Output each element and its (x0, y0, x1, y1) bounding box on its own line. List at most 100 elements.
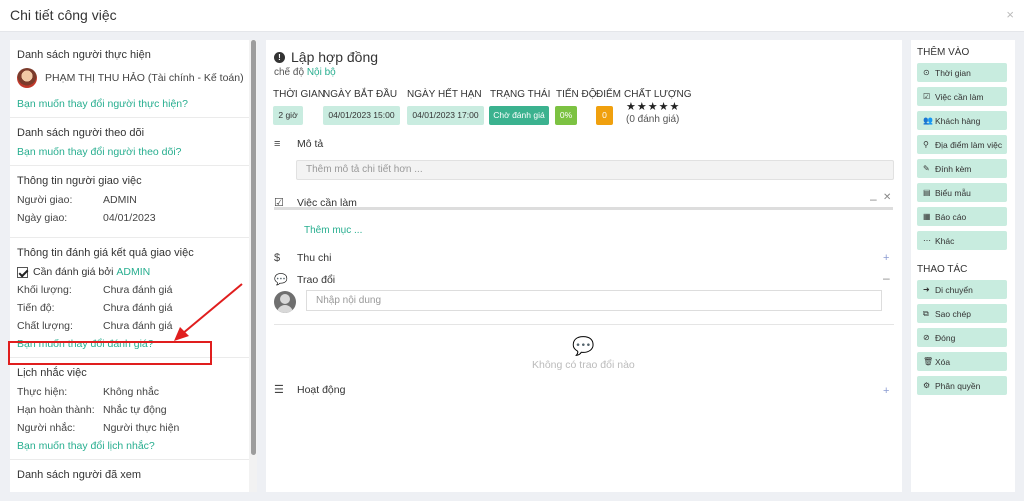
reminder-title: Lịch nhắc việc (17, 367, 87, 379)
align-left-icon: ≡ (274, 138, 281, 150)
copy-icon: ⧉ (923, 308, 929, 318)
button-label: Việc cần làm (935, 91, 984, 102)
status-badge[interactable]: Chờ đánh giá (489, 106, 549, 125)
close-icon[interactable]: ✕ (883, 192, 891, 203)
rating-count: (0 đánh giá) (626, 114, 680, 125)
trash-icon: 🗑 (923, 357, 934, 366)
change-reminder-link[interactable]: Bạn muốn thay đổi lịch nhắc? (17, 440, 155, 452)
row-value: Người thực hiện (103, 422, 180, 434)
score-badge[interactable]: 0 (596, 106, 613, 125)
add-section-title: THÊM VÀO (917, 47, 970, 58)
arrow-right-icon: ➜ (923, 285, 930, 294)
report-icon: ▦ (923, 212, 931, 221)
paperclip-icon: ✎ (923, 164, 930, 173)
task-title-row: ! Lập hợp đồng (274, 49, 378, 65)
row-key: Ngày giao: (17, 212, 68, 224)
mode-value[interactable]: Nội bộ (307, 67, 336, 78)
performer-item: PHẠM THỊ THU HẢO (Tài chính - Kế toán) (17, 68, 250, 88)
task-title: Lập hợp đồng (291, 49, 379, 65)
add-other-button[interactable]: ⋯ Khác (917, 231, 1007, 250)
delete-button[interactable]: 🗑 Xóa (917, 352, 1007, 371)
modal-title: Chi tiết công việc (10, 7, 117, 23)
button-label: Thời gian (935, 67, 971, 78)
header-quality: CHẤT LƯỢNG (624, 89, 692, 100)
ellipsis-icon: ⋯ (923, 236, 931, 245)
copy-button[interactable]: ⧉ Sao chép (917, 304, 1007, 323)
button-label: Khác (935, 235, 955, 246)
add-time-button[interactable]: ⊙ Thời gian (917, 63, 1007, 82)
add-form-button[interactable]: ▤ Biểu mẫu (917, 183, 1007, 202)
collapse-icon[interactable]: – (870, 192, 877, 206)
row-value: 04/01/2023 (103, 212, 156, 224)
evaluation-checkbox[interactable] (17, 266, 28, 278)
rating-stars-icon[interactable]: ★★★★★ (626, 100, 680, 113)
change-followers-link[interactable]: Bạn muốn thay đổi người theo dõi? (17, 146, 182, 158)
header-end: NGÀY HẾT HẠN (407, 89, 482, 100)
row-key: Người nhắc: (17, 422, 76, 434)
button-label: Báo cáo (935, 211, 967, 222)
add-location-button[interactable]: ⚲ Địa điểm làm việc (917, 135, 1007, 154)
assigner-section: Thông tin người giao việc Người giao: ADM… (10, 166, 257, 238)
button-label: Đính kèm (935, 163, 972, 174)
checkbox-label: Cần đánh giá bởi (33, 266, 114, 278)
todo-progress-bar (274, 207, 893, 210)
left-panel: Danh sách người thực hiện PHẠM THỊ THU H… (10, 40, 257, 492)
reminder-row: Người nhắc: Người thực hiện (17, 422, 250, 434)
description-header: ≡ Mô tả (274, 138, 323, 150)
add-expense-icon[interactable]: + (883, 252, 889, 264)
map-pin-icon: ⚲ (923, 140, 929, 149)
description-input[interactable]: Thêm mô tả chi tiết hơn ... (296, 160, 894, 180)
info-icon: ! (274, 51, 285, 63)
add-customer-button[interactable]: 👥 Khách hàng (917, 111, 1007, 130)
activity-header: ☰ Hoạt động (274, 383, 345, 397)
header-time: THỜI GIAN (273, 89, 325, 100)
description-label: Mô tả (297, 138, 324, 150)
add-item-link[interactable]: Thêm mục ... (304, 225, 362, 236)
progress-badge[interactable]: 0% (555, 106, 577, 125)
button-label: Di chuyển (935, 284, 973, 295)
permissions-button[interactable]: ⚙ Phân quyền (917, 376, 1007, 395)
task-mode: chế độ Nội bộ (274, 67, 336, 78)
row-key: Tiến độ: (17, 302, 55, 314)
add-report-button[interactable]: ▦ Báo cáo (917, 207, 1007, 226)
viewed-title: Danh sách người đã xem (17, 469, 142, 481)
mode-label: chế độ (274, 67, 305, 78)
button-label: Địa điểm làm việc (935, 139, 1003, 150)
add-activity-icon[interactable]: + (883, 385, 889, 397)
right-sidebar: THÊM VÀO ⊙ Thời gian ☑ Việc cần làm 👥 Khách… (911, 40, 1015, 492)
row-key: Thực hiện: (17, 386, 68, 398)
form-icon: ▤ (923, 188, 931, 197)
task-main-panel: ! Lập hợp đồng chế độ Nội bộ THỜI GIAN N… (266, 40, 902, 492)
row-key: Hạn hoàn thành: (17, 404, 95, 416)
start-date-chip[interactable]: 04/01/2023 15:00 (323, 106, 400, 125)
row-value: Chưa đánh giá (103, 302, 173, 314)
time-chip[interactable]: 2 giờ (273, 106, 303, 125)
comment-input[interactable]: Nhập nội dung (306, 290, 882, 311)
evaluation-title: Thông tin đánh giá kết quả giao việc (17, 247, 194, 259)
move-button[interactable]: ➜ Di chuyển (917, 280, 1007, 299)
add-todo-button[interactable]: ☑ Việc cần làm (917, 87, 1007, 106)
evaluator-link[interactable]: ADMIN (116, 266, 150, 278)
scrollbar-thumb[interactable] (251, 40, 256, 455)
close-icon[interactable]: × (1006, 7, 1014, 22)
list-icon: ☰ (274, 384, 284, 396)
collapse-icon[interactable]: – (883, 271, 890, 285)
modal-header: Chi tiết công việc × (0, 0, 1024, 32)
avatar (17, 68, 37, 88)
button-label: Phân quyền (935, 380, 981, 391)
gear-icon: ⚙ (923, 381, 931, 390)
performer-name: PHẠM THỊ THU HẢO (Tài chính - Kế toán) (45, 72, 244, 84)
annotation-arrow-icon (174, 283, 243, 341)
expense-header: $ Thu chi (274, 252, 331, 264)
followers-title: Danh sách người theo dõi (17, 127, 145, 139)
evaluation-checkbox-row[interactable]: Cần đánh giá bởi ADMIN (17, 266, 250, 278)
add-attachment-button[interactable]: ✎ Đính kèm (917, 159, 1007, 178)
actions-section-title: THAO TÁC (917, 264, 968, 275)
reminder-section: Lịch nhắc việc Thực hiện: Không nhắc Hạn … (10, 358, 257, 460)
row-key: Người giao: (17, 194, 73, 206)
close-task-button[interactable]: ⊘ Đóng (917, 328, 1007, 347)
end-date-chip[interactable]: 04/01/2023 17:00 (407, 106, 484, 125)
change-performers-link[interactable]: Bạn muốn thay đổi người thực hiện? (17, 98, 188, 110)
row-value: Không nhắc (103, 386, 160, 398)
assign-date-row: Ngày giao: 04/01/2023 (17, 212, 250, 224)
